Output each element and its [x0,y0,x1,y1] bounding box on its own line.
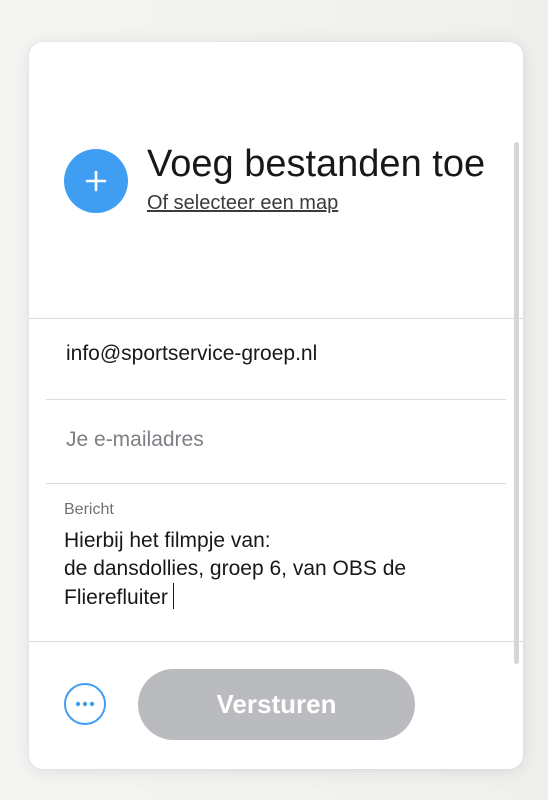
recipient-email-field[interactable]: info@sportservice-groep.nl [66,342,317,366]
sender-email-input[interactable] [66,422,486,458]
add-files-area[interactable]: Voeg bestanden toe Of selecteer een map [64,142,485,215]
message-text: Hierbij het filmpje van: de dansdollies,… [64,529,407,609]
add-files-button[interactable] [64,149,128,213]
plus-icon [85,170,107,192]
message-textarea[interactable]: Hierbij het filmpje van: de dansdollies,… [64,527,494,612]
message-label: Bericht [64,501,114,518]
scrollbar[interactable] [514,142,519,664]
add-files-texts: Voeg bestanden toe Of selecteer een map [147,142,485,215]
select-folder-link[interactable]: Of selecteer een map [147,192,338,215]
add-files-title: Voeg bestanden toe [147,143,486,185]
divider [29,641,523,642]
divider [29,318,523,319]
send-button[interactable]: Versturen [138,669,415,740]
more-options-icon [75,701,95,707]
divider [46,483,506,484]
divider [46,399,506,400]
text-cursor [172,583,174,609]
more-options-button[interactable] [64,683,106,725]
transfer-panel: Voeg bestanden toe Of selecteer een map … [29,42,523,769]
